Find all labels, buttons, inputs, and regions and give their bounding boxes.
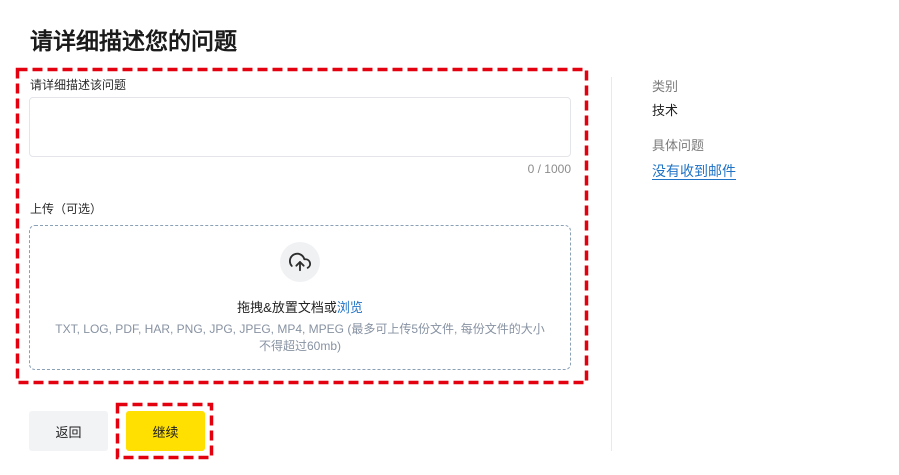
upload-file-hint: TXT, LOG, PDF, HAR, PNG, JPG, JPEG, MP4,… xyxy=(55,322,545,353)
file-dropzone[interactable]: 拖拽&放置文档或浏览 TXT, LOG, PDF, HAR, PNG, JPG,… xyxy=(29,225,571,370)
description-label: 请详细描述该问题 xyxy=(30,78,127,92)
continue-button[interactable]: 继续 xyxy=(126,411,205,451)
back-button[interactable]: 返回 xyxy=(29,411,108,451)
category-label: 类别 xyxy=(652,79,679,94)
category-value: 技术 xyxy=(652,103,679,118)
vertical-divider xyxy=(611,77,612,451)
upload-label: 上传（可选） xyxy=(30,202,103,216)
description-textarea[interactable] xyxy=(29,97,571,157)
page-title: 请详细描述您的问题 xyxy=(30,28,237,54)
character-counter: 0 / 1000 xyxy=(527,162,571,176)
cloud-upload-icon xyxy=(289,252,311,272)
browse-link[interactable]: 浏览 xyxy=(337,300,363,315)
issue-link[interactable]: 没有收到邮件 xyxy=(652,162,736,180)
drop-text: 拖拽&放置文档或 xyxy=(237,300,337,315)
upload-icon-circle xyxy=(280,242,320,282)
issue-label: 具体问题 xyxy=(652,138,705,153)
dropzone-prompt: 拖拽&放置文档或浏览 xyxy=(30,299,570,317)
